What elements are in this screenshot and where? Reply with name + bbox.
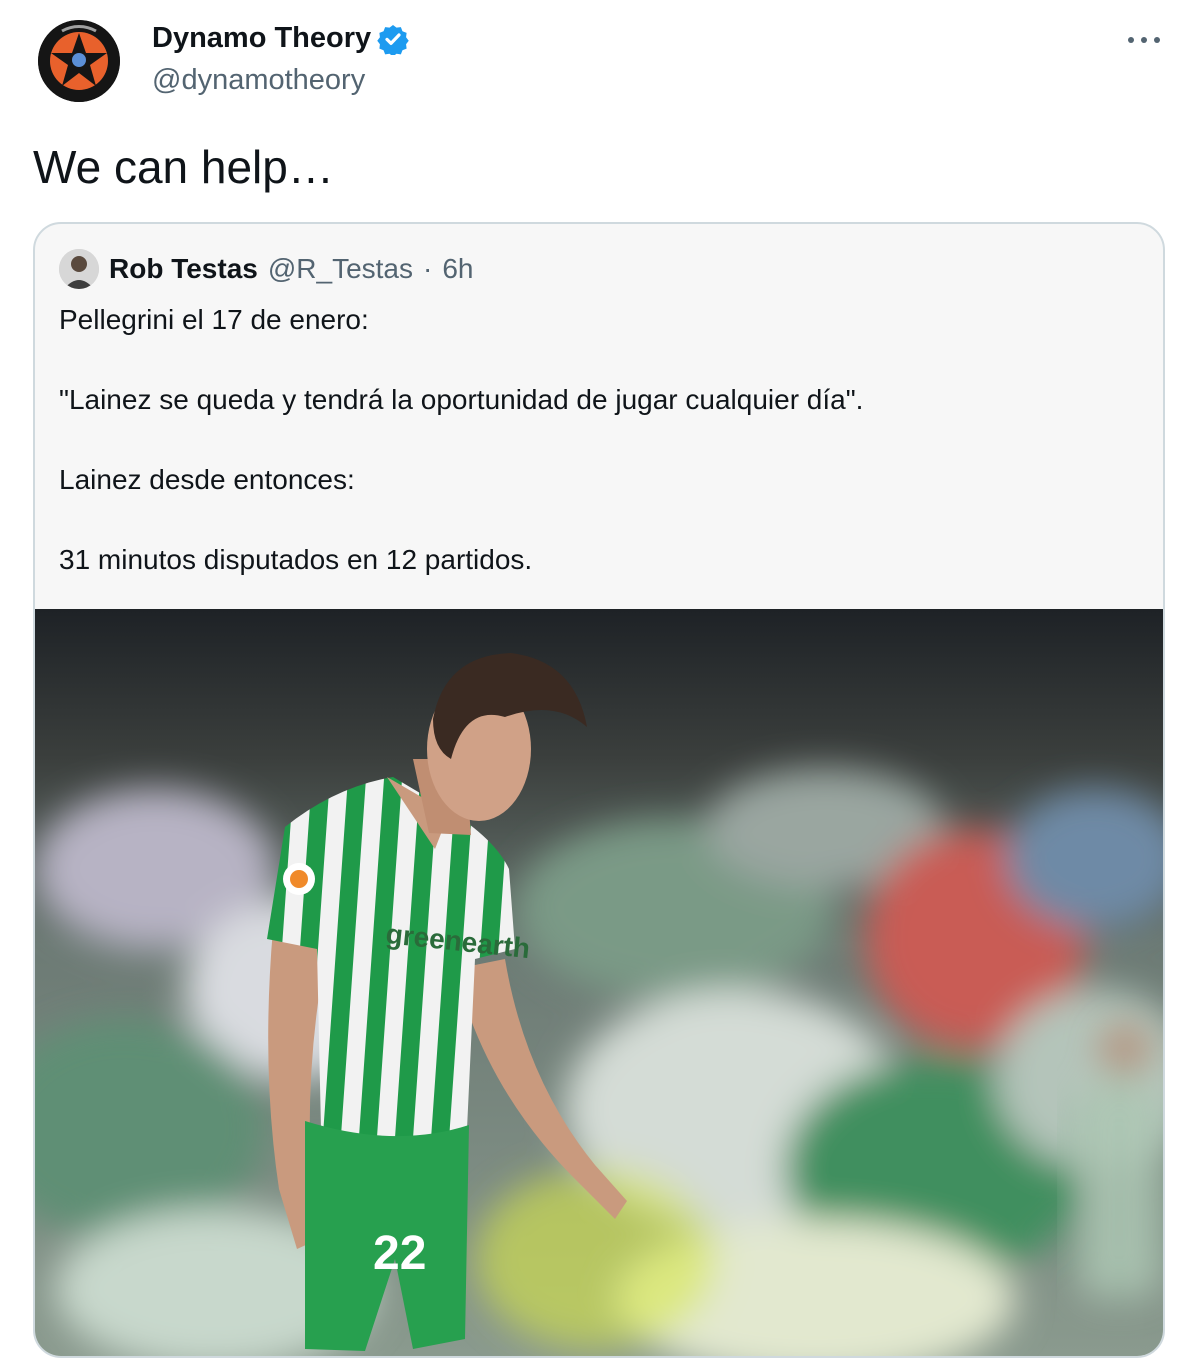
more-dot — [1154, 37, 1160, 43]
jersey-number: 22 — [373, 1227, 426, 1280]
author-display-name[interactable]: Dynamo Theory — [152, 22, 409, 55]
quoted-line: Pellegrini el 17 de enero: — [59, 304, 369, 335]
author-avatar[interactable] — [38, 20, 120, 102]
quoted-line: "Lainez se queda y tendrá la oportunidad… — [59, 384, 864, 415]
quoted-author-name[interactable]: Rob Testas — [109, 253, 258, 285]
football-player-photo: 22 greenearth — [35, 609, 1163, 1356]
verified-badge-icon — [377, 24, 409, 55]
quoted-author-handle[interactable]: @R_Testas — [268, 253, 413, 285]
quoted-line: 31 minutos disputados en 12 partidos. — [59, 544, 533, 575]
author-handle[interactable]: @dynamotheory — [152, 64, 365, 97]
dynamo-theory-logo-icon — [38, 20, 120, 102]
quoted-timestamp[interactable]: 6h — [442, 253, 473, 285]
quoted-line: Lainez desde entonces: — [59, 464, 355, 495]
quoted-tweet-card[interactable]: Rob Testas @R_Testas · 6h Pellegrini el … — [33, 222, 1165, 1358]
quoted-tweet-photo[interactable]: 22 greenearth — [35, 609, 1163, 1356]
author-name-text[interactable]: Dynamo Theory — [152, 22, 371, 55]
quoted-author-avatar[interactable] — [59, 249, 99, 289]
more-dot — [1128, 37, 1134, 43]
quoted-tweet-body: Pellegrini el 17 de enero: "Lainez se qu… — [59, 300, 863, 580]
quoted-tweet-header: Rob Testas @R_Testas · 6h — [59, 248, 473, 290]
quoted-separator: · — [423, 253, 433, 284]
quoted-author-avatar-icon — [59, 249, 99, 289]
more-options-icon[interactable] — [1128, 30, 1160, 50]
more-dot — [1141, 37, 1147, 43]
tweet-text: We can help… — [33, 141, 334, 193]
